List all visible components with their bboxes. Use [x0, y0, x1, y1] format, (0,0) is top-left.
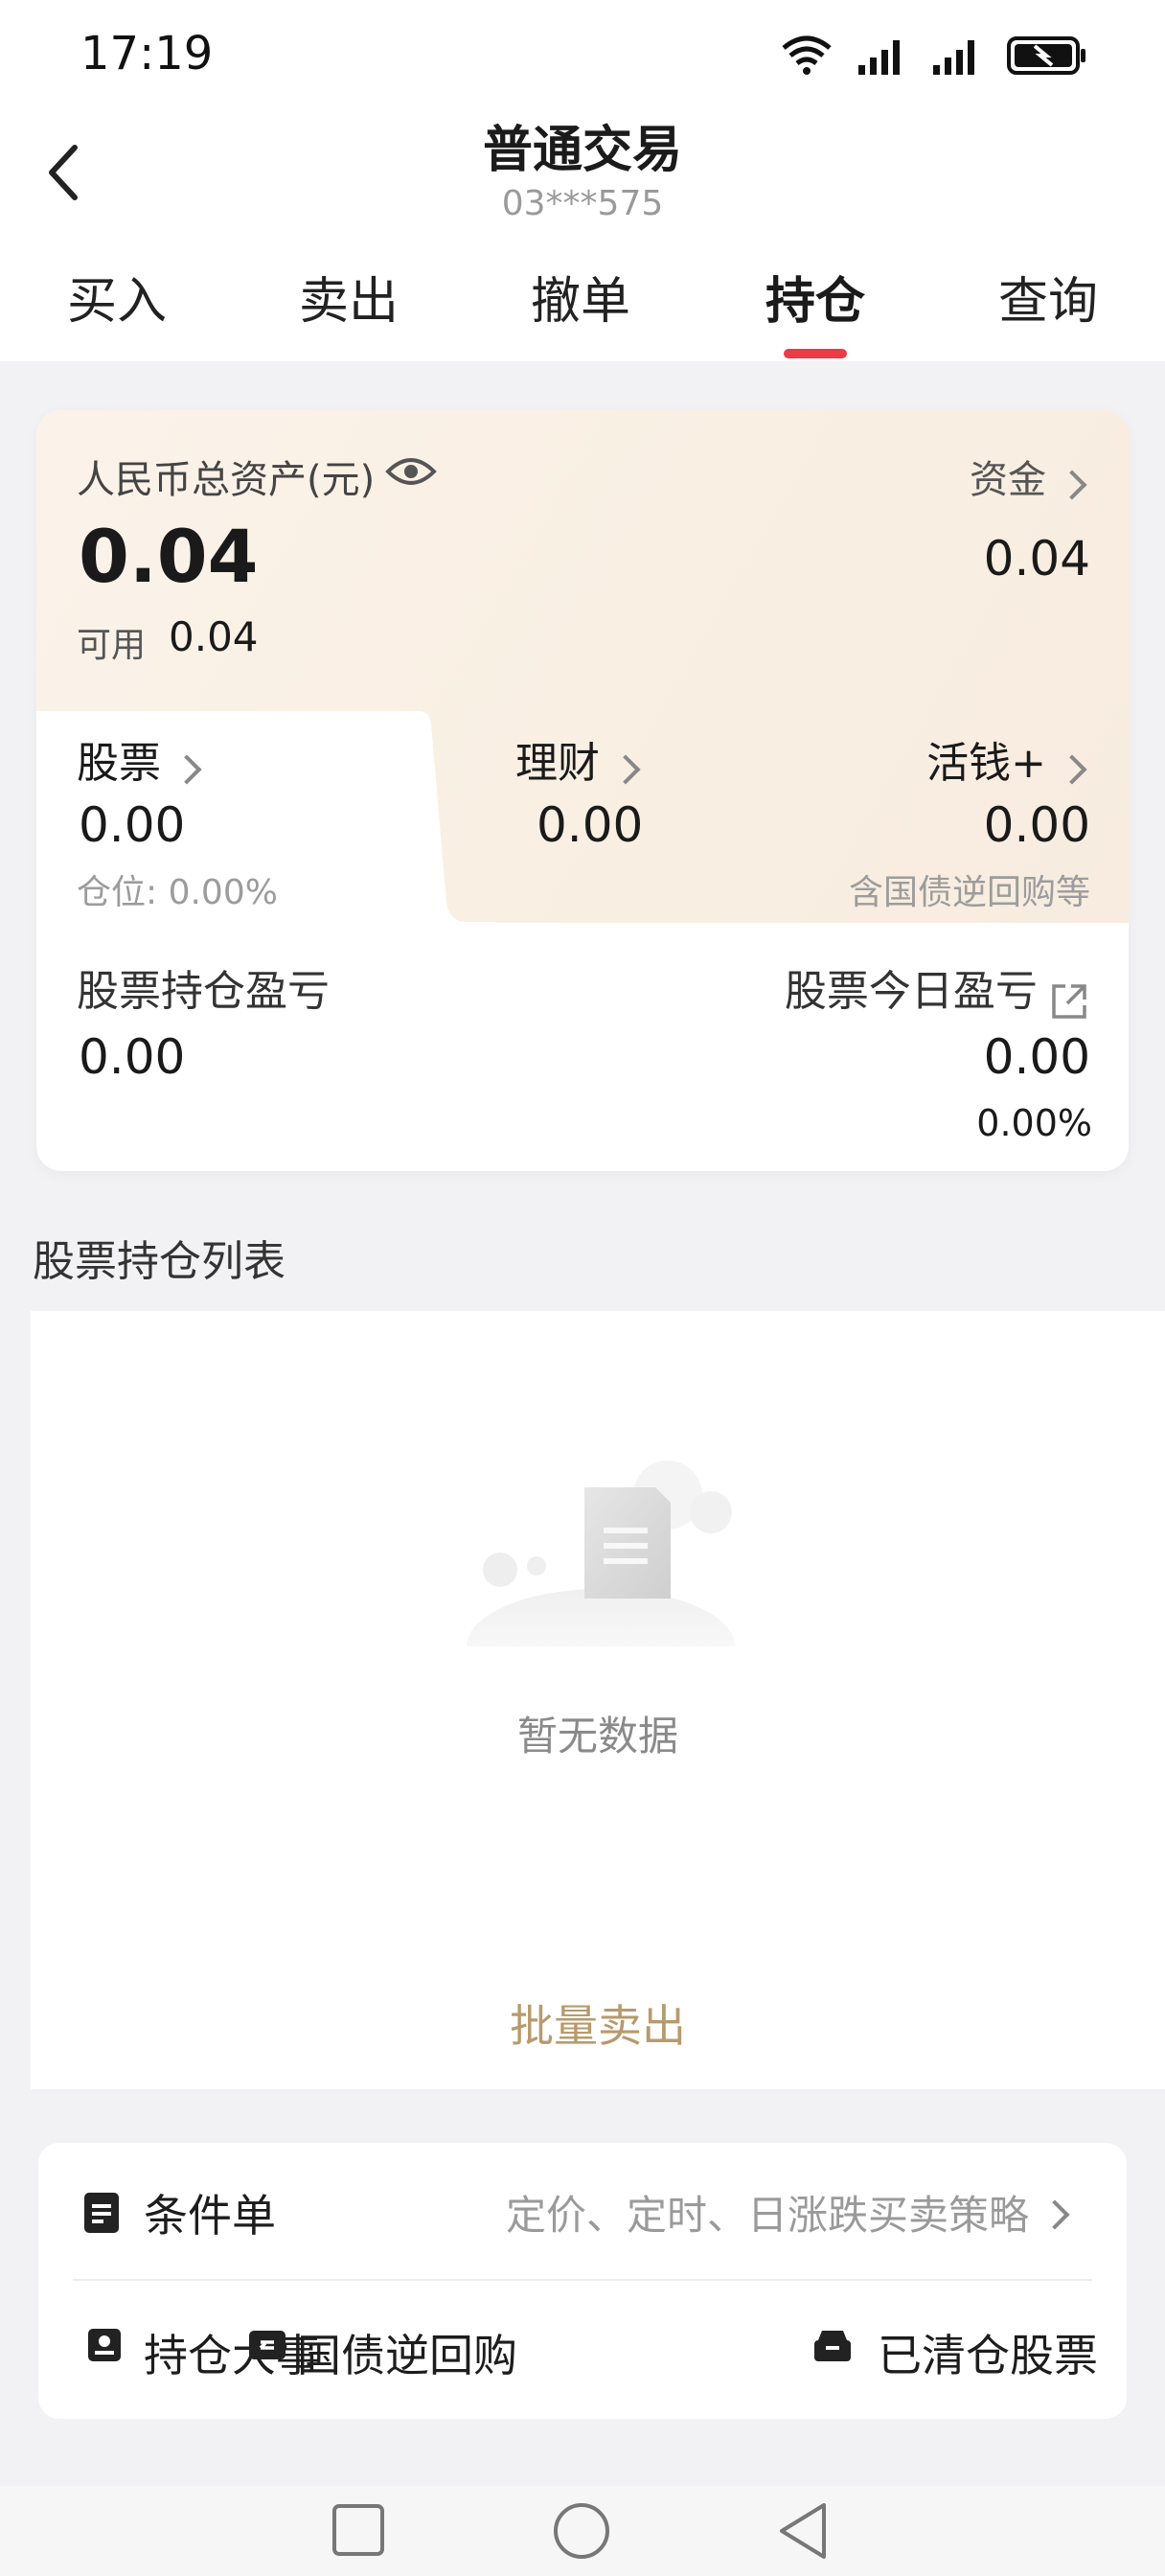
chevron-right-icon [1039, 2198, 1070, 2230]
wifi-icon [782, 35, 832, 75]
status-time: 17:19 [80, 27, 214, 80]
status-bar: 17:19 [0, 0, 1165, 105]
tab-positions[interactable]: 持仓 [720, 261, 911, 333]
tab-sell[interactable]: 卖出 [253, 261, 445, 333]
tab-query[interactable]: 查询 [952, 261, 1144, 333]
conditional-order-icon [84, 2193, 119, 2233]
nav-bar: 普通交易 03***575 [0, 105, 1165, 240]
funds-link[interactable]: 资金 [970, 448, 1087, 504]
empty-state-text: 暂无数据 [516, 1713, 678, 1760]
total-assets-label: 人民币总资产(元) [77, 458, 376, 502]
conditional-order-label[interactable]: 条件单 [144, 2181, 276, 2244]
chevron-right-icon [610, 753, 641, 785]
cleared-stocks-button[interactable]: 已清仓股票 [878, 2321, 1098, 2384]
treasury-repo-icon [249, 2331, 286, 2359]
cash-plus-value: 0.00 [983, 797, 1090, 853]
today-pl-label: 股票今日盈亏 [784, 967, 1038, 1016]
chevron-right-icon [1057, 469, 1087, 500]
today-pl-percent: 0.00% [976, 1102, 1092, 1144]
recent-apps-icon[interactable] [331, 2503, 385, 2557]
cash-plus-link[interactable]: 活钱+ [926, 728, 1087, 790]
stock-tab-curve [381, 711, 496, 979]
stock-link[interactable]: 股票 [77, 728, 202, 790]
signal-icon [858, 40, 900, 75]
status-icons [780, 29, 1088, 82]
conditional-order-desc[interactable]: 定价、定时、日涨跌买卖策略 [505, 2183, 1070, 2242]
tab-bar: 买入 卖出 撤单 持仓 查询 [0, 240, 1165, 361]
stock-value: 0.00 [79, 797, 186, 853]
holdings-list: 暂无数据 批量卖出 [31, 1311, 1165, 2089]
tools-card: 条件单 定价、定时、日涨跌买卖策略 持仓大事 国债逆回购 已清仓股票 [38, 2143, 1127, 2419]
position-ratio: 仓位: 0.00% [77, 873, 278, 912]
tab-buy[interactable]: 买入 [21, 261, 213, 333]
battery-icon [1007, 36, 1085, 75]
external-link-icon [1052, 983, 1086, 1019]
wealth-value: 0.00 [537, 797, 644, 853]
active-tab-indicator [784, 349, 847, 358]
cash-plus-note: 含国债逆回购等 [848, 873, 1090, 912]
total-assets-value: 0.04 [79, 514, 259, 599]
wealth-label: 理财 [515, 739, 600, 788]
batch-sell-button[interactable]: 批量卖出 [31, 1991, 1165, 2055]
holding-events-button[interactable]: 持仓大事 [144, 2321, 320, 2384]
today-pl-value: 0.00 [983, 1029, 1090, 1085]
stock-label: 股票 [77, 739, 161, 788]
home-icon[interactable] [552, 2501, 611, 2561]
empty-document-icon [467, 1460, 735, 1646]
signal-icon-2 [933, 40, 974, 75]
wealth-link[interactable]: 理财 [515, 728, 641, 790]
holding-events-icon [88, 2329, 121, 2361]
asset-card: 人民币总资产(元) 0.04 可用 0.04 资金 0.04 股票 0.00 仓… [36, 410, 1129, 1171]
available-label: 可用 [77, 626, 147, 665]
account-number: 03***575 [501, 184, 664, 223]
today-pl-link[interactable]: 股票今日盈亏 [785, 956, 1090, 1023]
cash-plus-label: 活钱+ [926, 739, 1046, 788]
conditional-order-desc-text: 定价、定时、日涨跌买卖策略 [505, 2192, 1029, 2239]
tab-cancel[interactable]: 撤单 [485, 261, 676, 333]
divider [73, 2279, 1092, 2281]
holding-pl-value: 0.00 [79, 1029, 186, 1085]
funds-label: 资金 [970, 458, 1046, 502]
holding-pl-label: 股票持仓盈亏 [77, 967, 330, 1016]
chevron-right-icon [1057, 753, 1087, 785]
page-title: 普通交易 [482, 122, 682, 179]
holdings-list-title: 股票持仓列表 [33, 1237, 286, 1286]
back-nav-icon[interactable] [776, 2501, 830, 2561]
eye-icon[interactable] [385, 452, 437, 491]
system-nav-bar [0, 2486, 1165, 2576]
chevron-right-icon [171, 753, 202, 785]
cleared-stocks-icon [814, 2331, 851, 2361]
funds-value: 0.04 [983, 531, 1090, 586]
available-value: 0.04 [169, 613, 259, 660]
treasury-repo-button[interactable]: 国债逆回购 [297, 2321, 517, 2384]
